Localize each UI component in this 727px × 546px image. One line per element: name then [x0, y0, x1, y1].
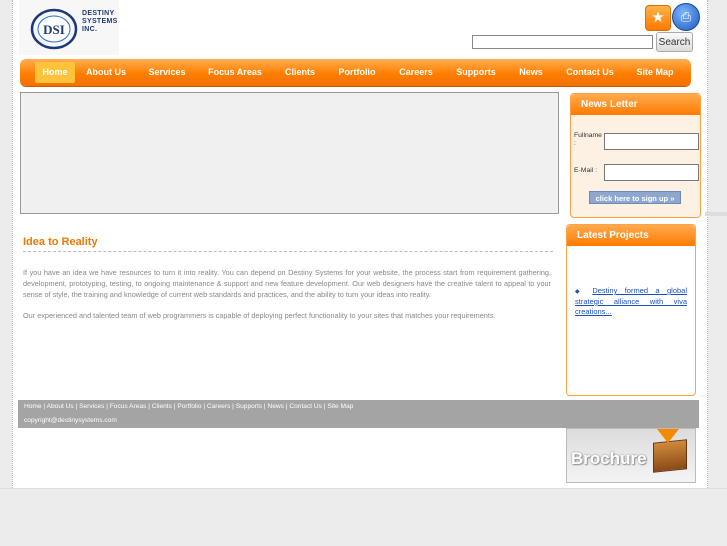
email-label: E-Mail : [574, 167, 598, 174]
nav-item-clients[interactable]: Clients [282, 59, 318, 86]
nav-item-portfolio[interactable]: Portfolio [337, 59, 377, 86]
latest-projects-title: Latest Projects [567, 225, 695, 246]
nav-item-news[interactable]: News [517, 59, 545, 86]
nav-item-home[interactable]: Home [35, 62, 75, 83]
nav-item-careers[interactable]: Careers [397, 59, 435, 86]
footer-links[interactable]: Home | About Us | Services | Focus Areas… [24, 403, 353, 410]
nav-item-services[interactable]: Services [145, 59, 189, 86]
signup-label: click here to sign up [595, 194, 669, 203]
site-logo[interactable]: DSI DESTINY SYSTEMS INC. [19, 0, 119, 55]
fullname-label: Fullname : [574, 132, 602, 147]
newsletter-title: News Letter [571, 94, 700, 115]
bullet-icon: ◆ [575, 289, 585, 295]
project-list-item: ◆ Destiny formed a global strategic alli… [575, 286, 687, 317]
brochure-label: Brochure [571, 449, 647, 468]
print-icon[interactable]: ⎙ [672, 3, 700, 31]
newsletter-box: News Letter Fullname : E-Mail : click he… [570, 93, 701, 218]
brochure-box-icon [653, 439, 687, 473]
logo-line-1: DESTINY [82, 10, 115, 17]
nav-item-site-map[interactable]: Site Map [634, 59, 676, 86]
signup-button[interactable]: click here to sign up » [589, 191, 681, 204]
nav-item-supports[interactable]: Supports [455, 59, 497, 86]
search-button[interactable]: Search [656, 32, 693, 52]
team-paragraph: Our experienced and talented team of web… [23, 311, 496, 320]
nav-item-about-us[interactable]: About Us [84, 59, 128, 86]
banner-area [20, 92, 559, 214]
project-link[interactable]: Destiny formed a global strategic allian… [575, 286, 687, 316]
decorative-edge [705, 212, 727, 216]
heading-divider [23, 251, 553, 252]
logo-line-3: INC. [82, 26, 98, 33]
logo-mark-icon: DSI [30, 8, 78, 50]
brochure-banner[interactable]: Brochure [566, 428, 696, 483]
latest-projects-box: Latest Projects ◆ Destiny formed a globa… [566, 224, 696, 396]
fullname-field[interactable] [604, 133, 699, 150]
double-chevron-right-icon: » [670, 194, 675, 203]
intro-paragraph: If you have an idea we have resources to… [23, 268, 551, 299]
download-arrow-icon [657, 429, 679, 443]
bookmark-star-icon[interactable]: ★ [645, 5, 671, 31]
search-input[interactable] [472, 35, 653, 49]
footer: Home | About Us | Services | Focus Areas… [18, 400, 699, 428]
email-field[interactable] [604, 164, 699, 181]
logo-letters: DSI [43, 22, 65, 37]
page-bottom-strip [0, 488, 727, 546]
logo-line-2: SYSTEMS [82, 18, 118, 25]
main-nav: Home About Us Services Focus Areas Clien… [20, 59, 691, 86]
logo-wordmark: DESTINY SYSTEMS INC. [82, 10, 118, 34]
copyright-text: copyright@destinysystems.com [24, 417, 117, 424]
page-title: Idea to Reality [23, 236, 98, 248]
nav-item-contact-us[interactable]: Contact Us [565, 59, 615, 86]
nav-item-focus-areas[interactable]: Focus Areas [206, 59, 264, 86]
